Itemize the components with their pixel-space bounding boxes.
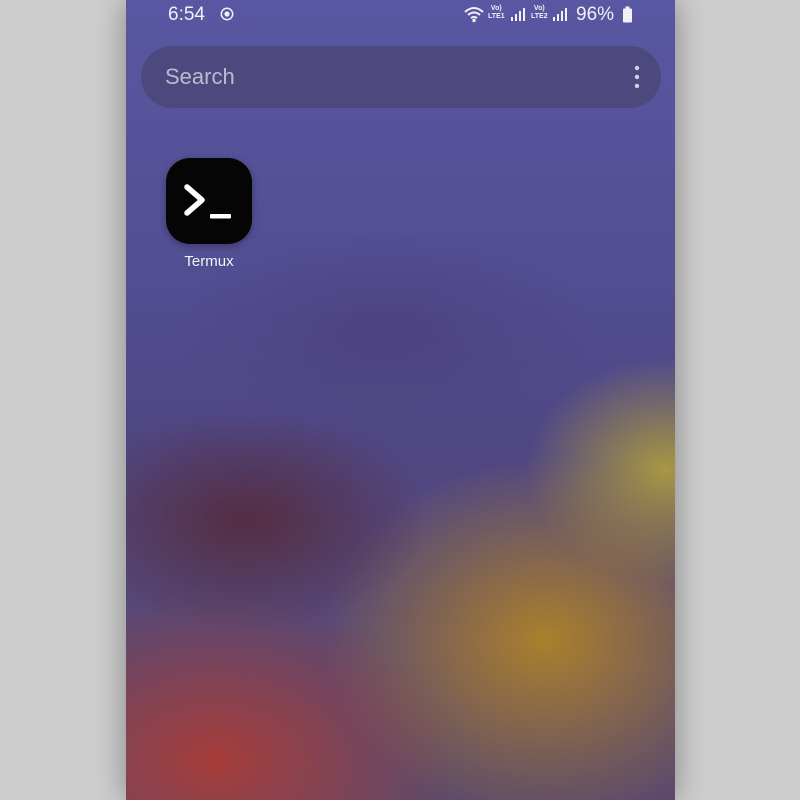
battery-icon [623,6,632,23]
status-bar: 6:54 Vo) LTE1 Vo) LTE2 96% [126,0,675,30]
more-options-icon[interactable] [631,64,643,90]
sim1-volte-label: Vo) [490,5,502,12]
signal-icon [553,8,567,21]
phone-screen: 6:54 Vo) LTE1 Vo) LTE2 96% Search Termux [126,0,675,800]
sim1-network-label: Vo) LTE1 [488,5,505,21]
screen-recording-icon [220,7,234,21]
battery-percent: 96% [576,4,615,25]
screenshot-page: 6:54 Vo) LTE1 Vo) LTE2 96% Search Termux [0,0,800,800]
signal-icon [511,8,525,21]
search-bar[interactable]: Search [141,46,661,108]
app-termux[interactable]: Termux [166,158,252,278]
sim1-lte-label: LTE1 [488,13,505,20]
wifi-icon [464,7,484,23]
app-icon-container[interactable] [166,158,252,244]
sim2-lte-label: LTE2 [531,13,548,20]
terminal-icon [184,184,231,219]
search-placeholder[interactable]: Search [165,64,235,90]
status-time: 6:54 [168,4,205,25]
app-label: Termux [184,253,234,270]
sim2-volte-label: Vo) [533,5,545,12]
sim2-network-label: Vo) LTE2 [531,5,548,21]
